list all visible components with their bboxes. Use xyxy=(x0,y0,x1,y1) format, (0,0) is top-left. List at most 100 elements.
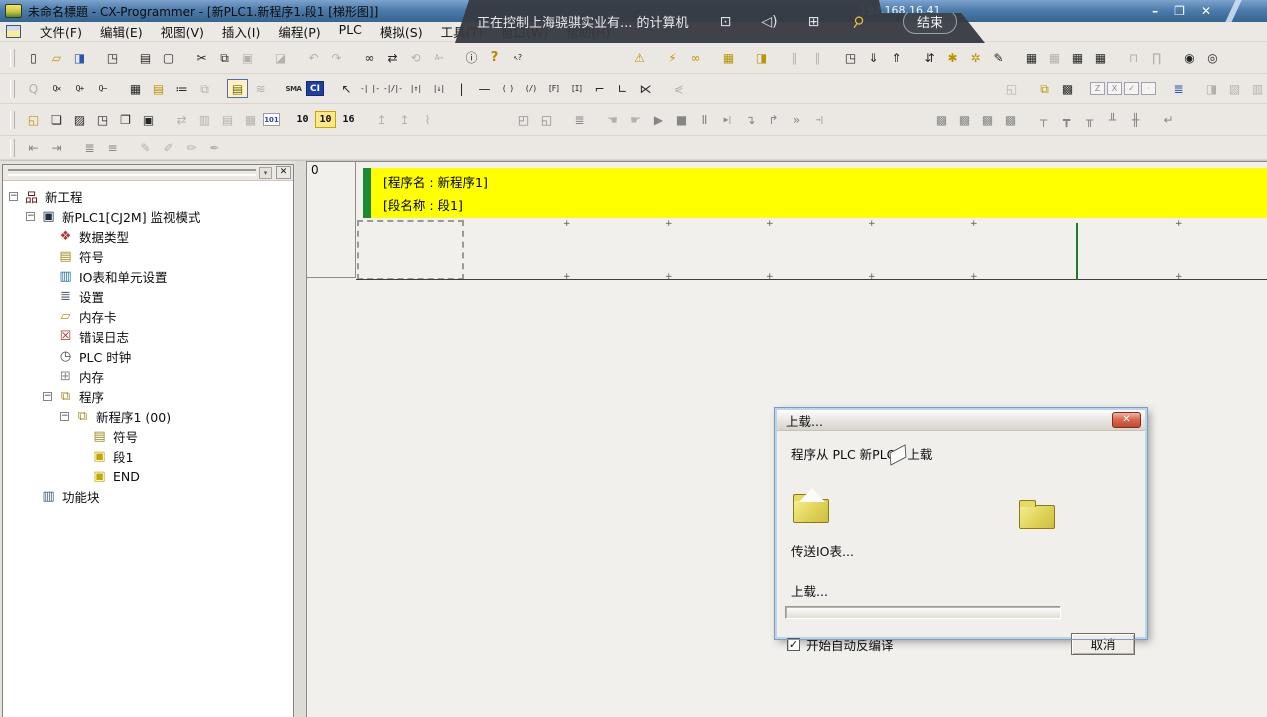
tree-item-symbols[interactable]: ▤ 符号 xyxy=(3,246,293,266)
vertical-line-icon[interactable]: | xyxy=(451,79,472,99)
compare-with-plc-icon[interactable]: ⇵ xyxy=(919,48,940,68)
network-2-icon[interactable]: ┳ xyxy=(1056,110,1077,130)
step-run-icon[interactable]: ▶| xyxy=(717,110,738,130)
open-file-icon[interactable]: ▱ xyxy=(46,48,67,68)
sim-run-icon[interactable]: ▶ xyxy=(648,110,669,130)
find-in-project-icon[interactable]: ◳ xyxy=(102,48,123,68)
contact-up-icon[interactable]: |↑| xyxy=(405,79,426,99)
io-display-2-icon[interactable]: ▩ xyxy=(954,110,975,130)
menu-program[interactable]: 编程(P) xyxy=(269,20,329,43)
replace-icon[interactable]: ⇄ xyxy=(382,48,403,68)
pen-1-icon[interactable]: ✎ xyxy=(135,138,156,158)
fb-parameter-icon[interactable]: [I] xyxy=(566,79,587,99)
cut-icon[interactable]: ✂ xyxy=(191,48,212,68)
differential-monitor-icon[interactable]: ⊓ xyxy=(1123,48,1144,68)
tree-expander-icon[interactable]: − xyxy=(9,192,18,201)
tree-expander-icon[interactable]: − xyxy=(43,392,52,401)
cross-reference-icon[interactable]: ⇄ xyxy=(171,110,192,130)
view-rungs-icon[interactable]: ▤ xyxy=(227,79,248,98)
monitor-icon[interactable]: ∞ xyxy=(685,48,706,68)
signed-decimal-display-icon[interactable]: 10 xyxy=(315,111,336,128)
tree-item-section-end[interactable]: ▣ END xyxy=(3,466,293,486)
tag-x-icon[interactable]: X xyxy=(1107,82,1122,95)
multipoint-monitor-icon[interactable]: ▦ xyxy=(718,48,739,68)
line-connect-icon[interactable]: ∟ xyxy=(612,79,633,99)
fullscreen-icon[interactable]: ⊡ xyxy=(717,14,735,30)
properties-icon[interactable]: ▣ xyxy=(138,110,159,130)
save-icon[interactable]: ◨ xyxy=(69,48,90,68)
network-4-icon[interactable]: ╨ xyxy=(1102,110,1123,130)
tree-item-function-blocks[interactable]: ▥ 功能块 xyxy=(3,486,293,506)
pin-icon[interactable]: ⚲ xyxy=(845,9,870,34)
redo-icon[interactable]: ↷ xyxy=(326,48,347,68)
collapse-left-icon[interactable]: ⋞ xyxy=(668,79,689,99)
work-mode-2-icon[interactable]: ☛ xyxy=(625,110,646,130)
dark-grid-view-icon[interactable]: ▩ xyxy=(1057,79,1078,99)
new-coil-icon[interactable]: ( ) xyxy=(497,79,518,99)
grid-toggle-icon[interactable]: ▦ xyxy=(125,79,146,99)
add-window-icon[interactable]: ⊞ xyxy=(805,14,823,30)
new-coil-not-icon[interactable]: (/) xyxy=(520,79,541,99)
panel-splitter[interactable] xyxy=(295,161,306,717)
menu-insert[interactable]: 插入(I) xyxy=(213,20,269,43)
set-value-2-icon[interactable]: ↥ xyxy=(394,110,415,130)
scan-run-icon[interactable]: →| xyxy=(809,110,830,130)
network-1-icon[interactable]: ┬ xyxy=(1033,110,1054,130)
window-c-icon[interactable]: ▥ xyxy=(1247,79,1267,99)
symbol-display-icon[interactable]: ≔ xyxy=(171,79,192,99)
zoom-in-icon[interactable]: Q+ xyxy=(69,79,90,99)
new-contact-not-icon[interactable]: -|/|- xyxy=(382,79,403,99)
differential-display-icon[interactable]: ◨ xyxy=(751,48,772,68)
tree-item-error-log[interactable]: ☒ 错误日志 xyxy=(3,326,293,346)
upload-from-plc-icon[interactable]: ⇑ xyxy=(886,48,907,68)
mdi-child-icon[interactable] xyxy=(6,25,21,38)
pause-monitor-icon[interactable]: ∥ xyxy=(784,48,805,68)
tree-item-new-project[interactable]: − 品 新工程 xyxy=(3,186,293,206)
watch-window-icon[interactable]: ▥ xyxy=(194,110,215,130)
menu-view[interactable]: 视图(V) xyxy=(152,20,213,43)
io-display-4-icon[interactable]: ▩ xyxy=(1000,110,1021,130)
tree-item-program-1[interactable]: − ⧉ 新程序1 (00) xyxy=(3,406,293,426)
print-icon[interactable]: ▤ xyxy=(135,48,156,68)
window-a-icon[interactable]: ◨ xyxy=(1201,79,1222,99)
contact-down-icon[interactable]: |↓| xyxy=(428,79,449,99)
zoom-select-icon[interactable]: Q xyxy=(23,79,44,99)
list-view-icon[interactable]: ≣ xyxy=(79,138,100,158)
sim-pause-icon[interactable]: Ⅱ xyxy=(694,110,715,130)
binary-display-icon[interactable]: 101 xyxy=(263,113,280,126)
mnemonic-view-icon[interactable]: SMA xyxy=(283,79,304,99)
continuous-step-icon[interactable]: » xyxy=(786,110,807,130)
transfer-window-2-icon[interactable]: ◱ xyxy=(536,110,557,130)
tree-item-section-1[interactable]: ▣ 段1 xyxy=(3,446,293,466)
tree-item-settings[interactable]: ≣ 设置 xyxy=(3,286,293,306)
work-mode-icon[interactable]: ☚ xyxy=(602,110,623,130)
zoom-reset-icon[interactable]: Q✕ xyxy=(46,79,67,99)
set-value-icon[interactable]: ↥ xyxy=(371,110,392,130)
io-table-display-icon[interactable]: ▦ xyxy=(1067,48,1088,68)
copy-icon[interactable]: ⧉ xyxy=(214,48,235,68)
ci-view-icon[interactable]: CI xyxy=(306,81,324,96)
dialog-close-icon[interactable]: ✕ xyxy=(1112,412,1141,428)
tree-item-plc-clock[interactable]: ◷ PLC 时钟 xyxy=(3,346,293,366)
io-comment-view-icon[interactable]: ▤ xyxy=(217,110,238,130)
pause-icon[interactable]: ∥ xyxy=(807,48,828,68)
edit-lines-icon[interactable]: ≣ xyxy=(569,110,590,130)
transfer-window-icon[interactable]: ◰ xyxy=(513,110,534,130)
hierarchy-icon[interactable]: ≋ xyxy=(250,79,271,99)
layer-view-icon[interactable]: ⧉ xyxy=(1034,79,1055,99)
window-b-icon[interactable]: ▧ xyxy=(1224,79,1245,99)
line-delete-icon[interactable]: ⋉ xyxy=(635,79,656,99)
watch-display-2-icon[interactable]: ▦ xyxy=(1044,48,1065,68)
context-help-icon[interactable]: ↖? xyxy=(507,48,528,68)
tree-item-programs[interactable]: − ⧉ 程序 xyxy=(3,386,293,406)
sim-stop-icon[interactable]: ■ xyxy=(671,110,692,130)
monitor-in-rung-icon[interactable]: ⧉ xyxy=(194,79,215,99)
select-mode-icon[interactable]: ↖ xyxy=(336,79,357,99)
online-edit-icon[interactable]: ✎ xyxy=(988,48,1009,68)
horizontal-line-icon[interactable]: — xyxy=(474,79,495,99)
search-retrace-icon[interactable]: ⟲ xyxy=(405,48,426,68)
ladder-cursor-cell[interactable] xyxy=(357,220,464,280)
io-display-3-icon[interactable]: ▩ xyxy=(977,110,998,130)
tree-toolbar-combo[interactable] xyxy=(8,169,256,176)
close-icon[interactable]: ✕ xyxy=(1201,0,1211,22)
